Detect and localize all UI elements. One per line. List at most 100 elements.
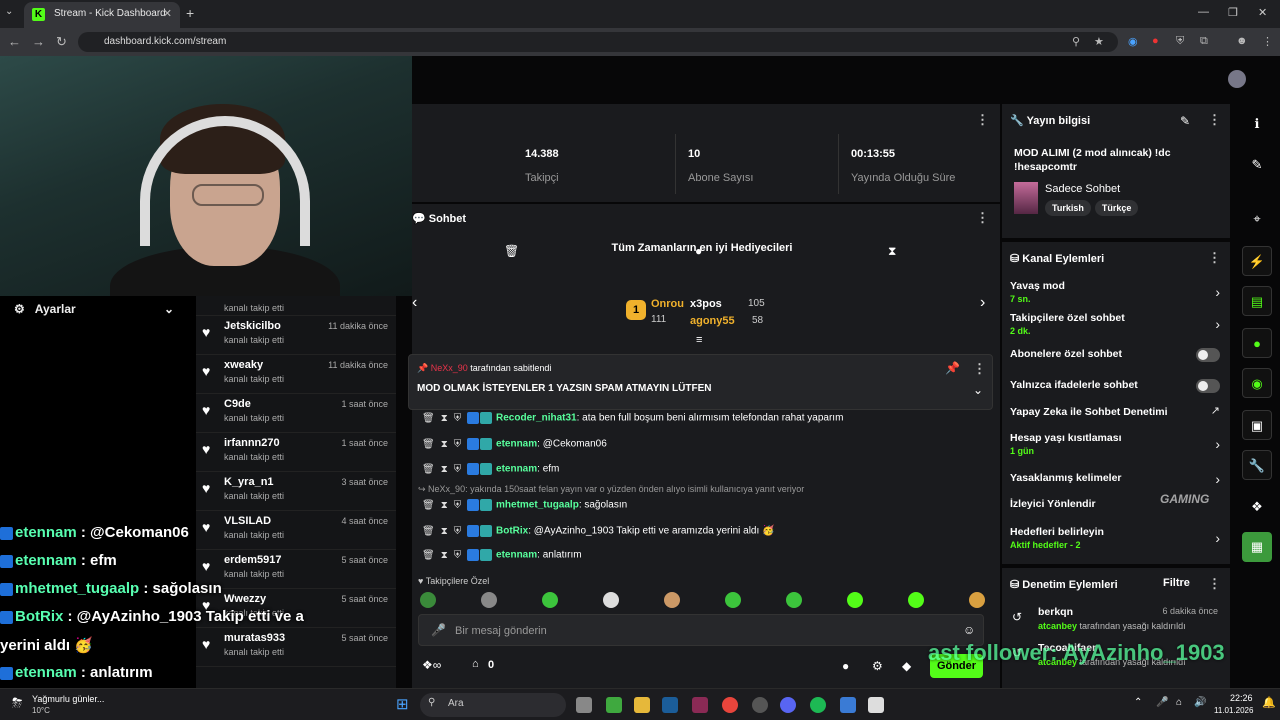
chat-username[interactable]: etennam [496,550,537,561]
emoji-icon[interactable]: ☺ [963,623,975,637]
emote[interactable] [908,592,924,608]
channel-action-row[interactable]: Yavaş mod 7 sn. [1010,280,1065,304]
channel-actions-menu-icon[interactable]: ⋮ [1208,250,1221,266]
windows-start-icon[interactable]: ⊞ [396,695,409,713]
apps-icon[interactable]: ❖ [1242,492,1272,522]
trash-icon[interactable]: 🗑 [422,413,435,424]
hourglass-icon[interactable]: ⧗ [441,413,448,424]
back-icon[interactable]: ← [8,34,21,49]
extension-icon[interactable]: ● [1152,35,1159,47]
shield-icon[interactable]: ⛨ [454,413,462,424]
layout-icon[interactable]: ▣ [1242,410,1272,440]
moderation-menu-icon[interactable]: ⋮ [1208,576,1221,592]
menu-icon[interactable]: ⋮ [1262,35,1273,48]
channel-action-row[interactable]: Yasaklanmış kelimeler [1010,472,1122,484]
shield-icon[interactable]: ⛨ [454,464,462,475]
chevron-right-icon[interactable]: › [980,294,985,312]
settings-row[interactable]: ⚙ Ayarlar ⌄ [14,302,174,316]
chat-username[interactable]: etennam [496,464,537,475]
toggle-switch[interactable] [1196,348,1220,362]
unpin-icon[interactable]: 📌 [945,361,960,375]
url-field[interactable]: dashboard.kick.com/stream [78,32,1118,52]
volume-icon[interactable]: 🔊 [1194,697,1206,708]
profile-icon[interactable]: ☻ [1236,35,1248,47]
focus-icon[interactable]: ⌖ [1242,204,1272,234]
notification-icon[interactable]: 🔔 [1262,696,1276,709]
document-icon[interactable]: ▤ [1242,286,1272,316]
hourglass-icon[interactable]: ⧗ [441,550,448,561]
tray-chevron-icon[interactable]: ⌃ [1134,697,1142,708]
restore-icon[interactable]: ❐ [1228,6,1238,19]
chevron-right-icon[interactable]: › [1215,316,1220,332]
app-icon[interactable] [840,697,856,713]
moderation-user[interactable]: berkqn [1038,606,1073,618]
emote[interactable] [847,592,863,608]
extension-icon[interactable]: ◉ [1128,35,1138,48]
shield-icon[interactable]: ⛨ [454,550,462,561]
chat-settings-bubble-icon[interactable]: ● [842,659,849,673]
reload-icon[interactable]: ↻ [56,34,67,50]
emote[interactable] [725,592,741,608]
store-icon[interactable]: ⌂ [472,658,479,670]
file-explorer-icon[interactable] [634,697,650,713]
gear-icon[interactable]: ⚙ [872,659,883,673]
toggle-switch[interactable] [1196,379,1220,393]
app-icon[interactable] [868,697,884,713]
chat-username[interactable]: etennam [496,439,537,450]
app-icon[interactable] [692,697,708,713]
chevron-right-icon[interactable]: › [1215,530,1220,546]
points-icon[interactable]: ❖∞ [422,658,441,672]
channel-action-row[interactable]: Yapay Zeka ile Sohbet Denetimi [1010,406,1168,418]
filter-button[interactable]: Filtre [1163,577,1190,589]
wrench-icon[interactable]: 🔧 [1242,450,1272,480]
zoom-icon[interactable]: ⚲ [1072,35,1080,48]
close-window-icon[interactable]: ✕ [1258,6,1267,19]
chat-username[interactable]: BotRix [496,526,528,537]
chat-icon[interactable]: ● [1242,328,1272,358]
new-tab-icon[interactable]: + [186,5,194,21]
extensions-puzzle-icon[interactable]: ⧉ [1200,35,1208,48]
shield-icon[interactable]: ⛨ [454,439,462,450]
stream-info-menu-icon[interactable]: ⋮ [1208,112,1221,128]
weather-text[interactable]: Yağmurlu günler... [32,694,104,704]
user-avatar[interactable] [1228,70,1246,88]
steam-icon[interactable] [662,697,678,713]
chat-username[interactable]: Recoder_nihat31 [496,413,577,424]
trash-icon[interactable]: 🗑 [422,464,435,475]
chat-username[interactable]: mhetmet_tugaalp [496,500,579,511]
channel-action-row[interactable]: Takipçilere özel sohbet 2 dk. [1010,312,1125,336]
taskbar-search[interactable]: ⚲ Ara [420,693,566,717]
trash-icon[interactable]: 🗑 [422,439,435,450]
trash-icon[interactable]: 🗑 [422,526,435,537]
hourglass-icon[interactable]: ⧗ [441,500,448,511]
pinned-menu-icon[interactable]: ⋮ [973,361,986,377]
chrome-icon[interactable] [722,697,738,713]
channel-action-row[interactable]: Hedefleri belirleyin Aktif hedefler - 2 [1010,526,1104,550]
bookmark-star-icon[interactable]: ★ [1094,35,1104,48]
emote[interactable] [969,592,985,608]
chevron-left-icon[interactable]: ‹ [412,294,417,312]
chevron-right-icon[interactable]: › [1215,284,1220,300]
shield-icon[interactable]: ⛨ [454,500,462,511]
hourglass-icon[interactable]: ⧗ [441,439,448,450]
chevron-down-icon[interactable]: ⌄ [973,383,983,397]
lightning-icon[interactable]: ⚡ [1242,246,1272,276]
collapse-icon[interactable]: ≡ [696,334,702,346]
channel-action-row[interactable]: Abonelere özel sohbet [1010,348,1122,360]
emote[interactable] [664,592,680,608]
emote[interactable] [786,592,802,608]
browser-tab[interactable]: K Stream - Kick Dashboard ✕ [24,2,180,28]
chevron-right-icon[interactable]: › [1215,471,1220,487]
clock-time[interactable]: 22:26 [1230,693,1253,703]
chevron-right-icon[interactable]: › [1215,436,1220,452]
chat-input[interactable]: 🎤 Bir mesaj gönderin ☺ [418,614,984,646]
hourglass-icon[interactable]: ⧗ [441,526,448,537]
chat-menu-icon[interactable]: ⋮ [976,210,989,226]
network-icon[interactable]: ⌂ [1176,697,1182,708]
emote[interactable] [603,592,619,608]
emote[interactable] [542,592,558,608]
tab-list-icon[interactable]: ⌄ [5,6,13,17]
microphone-icon[interactable]: 🎤 [431,623,446,637]
channel-action-row[interactable]: Yalnızca ifadelerle sohbet [1010,379,1138,391]
channel-action-row[interactable]: Hesap yaşı kısıtlaması 1 gün [1010,432,1122,456]
